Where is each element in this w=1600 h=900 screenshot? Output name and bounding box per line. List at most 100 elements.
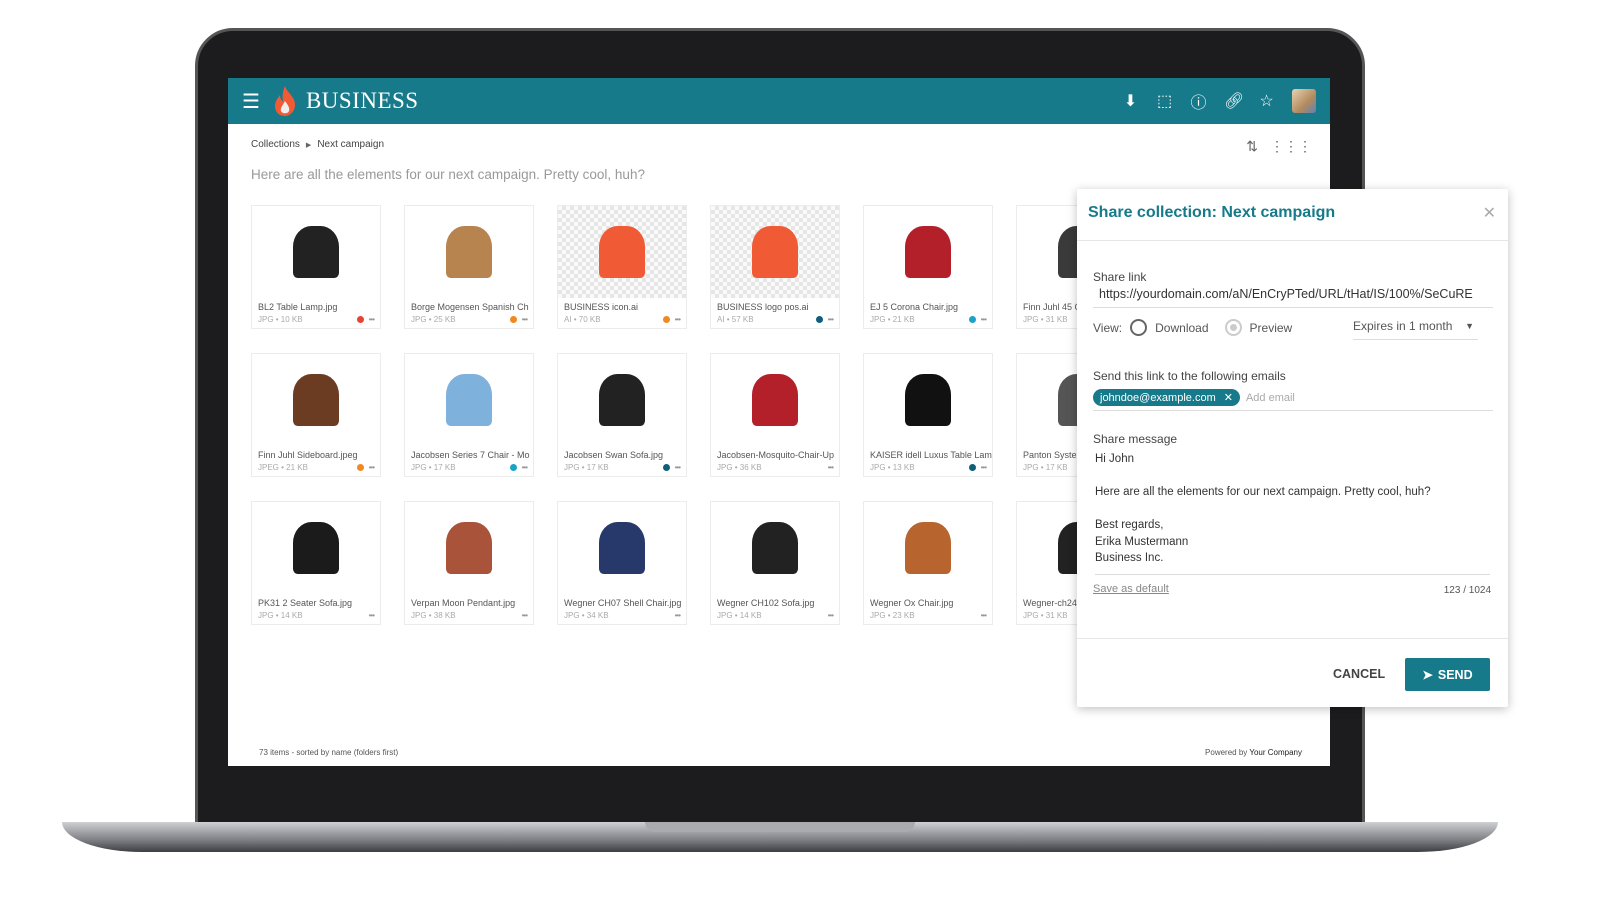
asset-thumbnail — [558, 206, 686, 298]
asset-image — [599, 522, 645, 574]
asset-card[interactable]: Finn Juhl Sideboard.jpeg JPEG • 21 KB ••• — [251, 353, 381, 477]
asset-thumbnail — [252, 502, 380, 594]
breadcrumb: Collections ▶ Next campaign — [251, 139, 384, 150]
menu-icon[interactable]: ☰ — [242, 89, 260, 114]
char-count: 123 / 1024 — [1443, 585, 1491, 596]
asset-image — [446, 522, 492, 574]
select-icon[interactable]: ⬚ — [1156, 91, 1173, 111]
asset-image — [752, 374, 798, 426]
grid-view-icon[interactable]: ⋮⋮⋮ — [1270, 138, 1312, 155]
asset-meta: JPG • 25 KB — [411, 315, 456, 324]
asset-thumbnail — [405, 502, 533, 594]
more-options-icon[interactable]: ••• — [675, 611, 681, 620]
asset-name: BUSINESS logo pos.ai — [717, 302, 809, 312]
more-options-icon[interactable]: ••• — [522, 611, 528, 620]
send-icon: ➤ — [1422, 668, 1433, 682]
email-input[interactable]: johndoe@example.com ✕ Add email — [1093, 389, 1493, 411]
message-label: Share message — [1093, 432, 1178, 446]
link-icon[interactable]: 🔗︎ — [1224, 91, 1244, 111]
asset-thumbnail — [711, 502, 839, 594]
asset-card[interactable]: EJ 5 Corona Chair.jpg JPG • 21 KB ••• — [863, 205, 993, 329]
asset-meta: JPG • 17 KB — [411, 463, 456, 472]
sort-icon[interactable]: ⇅ — [1246, 138, 1258, 155]
asset-card[interactable]: Wegner CH102 Sofa.jpg JPG • 14 KB ••• — [710, 501, 840, 625]
asset-card[interactable]: PK31 2 Seater Sofa.jpg JPG • 14 KB ••• — [251, 501, 381, 625]
more-options-icon[interactable]: ••• — [828, 315, 834, 324]
asset-thumbnail — [405, 206, 533, 298]
asset-card[interactable]: Jacobsen Series 7 Chair - Mo JPG • 17 KB •… — [404, 353, 534, 477]
download-icon[interactable]: ⬇ — [1122, 91, 1139, 111]
asset-card[interactable]: Jacobsen Swan Sofa.jpg JPG • 17 KB ••• — [557, 353, 687, 477]
more-options-icon[interactable]: ••• — [369, 315, 375, 324]
avatar[interactable] — [1292, 89, 1316, 113]
breadcrumb-collections[interactable]: Collections — [251, 139, 300, 150]
chevron-down-icon: ▼ — [1465, 321, 1474, 331]
asset-card[interactable]: BUSINESS logo pos.ai AI • 57 KB ••• — [710, 205, 840, 329]
company-link[interactable]: Your Company — [1249, 748, 1302, 757]
asset-image — [752, 226, 798, 278]
asset-card[interactable]: KAISER idell Luxus Table Lam JPG • 13 KB •… — [863, 353, 993, 477]
view-label: View: — [1093, 320, 1123, 335]
asset-meta: JPG • 17 KB — [1023, 463, 1068, 472]
expiry-select[interactable]: Expires in 1 month ▼ — [1353, 319, 1478, 340]
asset-name: Wegner Ox Chair.jpg — [870, 598, 954, 608]
asset-card[interactable]: Jacobsen-Mosquito-Chair-Up JPG • 36 KB ••• — [710, 353, 840, 477]
close-icon[interactable]: ✕ — [1483, 203, 1496, 223]
asset-card[interactable]: Wegner Ox Chair.jpg JPG • 23 KB ••• — [863, 501, 993, 625]
asset-name: Borge Mogensen Spanish Ch — [411, 302, 529, 312]
cancel-button[interactable]: CANCEL — [1333, 667, 1385, 681]
expiry-value: Expires in 1 month — [1353, 319, 1453, 333]
download-option-label: Download — [1155, 320, 1209, 335]
asset-name: Jacobsen Swan Sofa.jpg — [564, 450, 664, 460]
more-options-icon[interactable]: ••• — [675, 315, 681, 324]
color-label-dot — [356, 316, 364, 323]
asset-card[interactable]: Verpan Moon Pendant.jpg JPG • 38 KB ••• — [404, 501, 534, 625]
asset-meta: JPG • 13 KB — [870, 463, 915, 472]
asset-meta: JPG • 14 KB — [258, 611, 303, 620]
more-options-icon[interactable]: ••• — [981, 611, 987, 620]
share-link-field[interactable]: https://yourdomain.com/aN/EnCryPTed/URL/… — [1093, 287, 1493, 308]
info-icon[interactable]: ⓘ — [1190, 89, 1207, 113]
more-options-icon[interactable]: ••• — [675, 463, 681, 472]
more-options-icon[interactable]: ••• — [369, 611, 375, 620]
remove-email-icon[interactable]: ✕ — [1224, 391, 1233, 404]
more-options-icon[interactable]: ••• — [369, 463, 375, 472]
download-radio[interactable] — [1130, 319, 1148, 336]
more-options-icon[interactable]: ••• — [522, 315, 528, 324]
more-options-icon[interactable]: ••• — [981, 315, 987, 324]
more-options-icon[interactable]: ••• — [828, 463, 834, 472]
asset-image — [599, 226, 645, 278]
asset-card[interactable]: Wegner CH07 Shell Chair.jpg JPG • 34 KB ••… — [557, 501, 687, 625]
asset-name: EJ 5 Corona Chair.jpg — [870, 302, 959, 312]
flame-logo-icon — [274, 86, 296, 116]
color-label-dot — [509, 316, 517, 323]
send-label: SEND — [1437, 667, 1473, 682]
asset-meta: JPG • 23 KB — [870, 611, 915, 620]
send-button[interactable]: ➤ SEND — [1405, 658, 1490, 691]
asset-meta: AI • 70 KB — [564, 315, 601, 324]
asset-name: PK31 2 Seater Sofa.jpg — [258, 598, 353, 608]
more-options-icon[interactable]: ••• — [981, 463, 987, 472]
asset-thumbnail — [864, 206, 992, 298]
preview-radio[interactable] — [1224, 319, 1242, 336]
color-label-dot — [356, 464, 364, 471]
star-icon[interactable]: ☆ — [1258, 91, 1275, 111]
more-options-icon[interactable]: ••• — [828, 611, 834, 620]
asset-image — [905, 226, 951, 278]
asset-name: KAISER idell Luxus Table Lam — [870, 450, 992, 460]
asset-card[interactable]: BL2 Table Lamp.jpg JPG • 10 KB ••• — [251, 205, 381, 329]
color-label-dot — [509, 464, 517, 471]
asset-card[interactable]: BUSINESS icon.ai AI • 70 KB ••• — [557, 205, 687, 329]
asset-meta: JPG • 34 KB — [564, 611, 609, 620]
asset-thumbnail — [252, 354, 380, 446]
brand-name: BUSINESS — [305, 88, 419, 113]
asset-meta: JPG • 38 KB — [411, 611, 456, 620]
chevron-right-icon: ▶ — [305, 141, 312, 149]
save-as-default-link[interactable]: Save as default — [1093, 583, 1169, 595]
add-email-placeholder[interactable]: Add email — [1246, 392, 1295, 404]
asset-card[interactable]: Borge Mogensen Spanish Ch JPG • 25 KB ••• — [404, 205, 534, 329]
color-label-dot — [815, 316, 823, 323]
more-options-icon[interactable]: ••• — [522, 463, 528, 472]
share-message-textarea[interactable]: Hi John Here are all the elements for ou… — [1095, 451, 1490, 575]
asset-meta: JPG • 14 KB — [717, 611, 762, 620]
